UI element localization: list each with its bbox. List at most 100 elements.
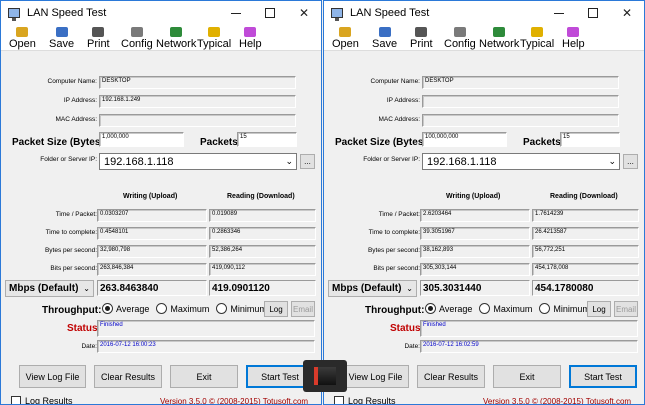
- download-header: Reading (Download): [550, 193, 618, 200]
- bytes-per-second-label: Bytes per second:: [44, 247, 97, 254]
- toolbar-help-button[interactable]: Help: [562, 27, 585, 50]
- start-test-button[interactable]: Start Test: [569, 365, 637, 388]
- radio-icon: [156, 303, 168, 314]
- view-log-file-button[interactable]: View Log File: [19, 365, 86, 388]
- throughput-minimum-radio[interactable]: Minimum: [216, 303, 267, 314]
- unit-select[interactable]: Mbps (Default) ⌄: [328, 280, 417, 297]
- upload-time-packet-field: 0.0303207: [97, 209, 207, 222]
- mac-address-field: [422, 114, 619, 127]
- log-results-checkbox[interactable]: Log Results: [11, 396, 73, 405]
- computer-name-label: Computer Name:: [47, 78, 98, 85]
- throughput-options: Average Maximum Minimum: [102, 303, 274, 314]
- view-log-file-button[interactable]: View Log File: [342, 365, 409, 388]
- status-field: Finished: [97, 320, 315, 337]
- copyright-text: © (2008-2015) Totusoft.com: [531, 397, 632, 405]
- upload-mbps-value: 305.3031440: [420, 280, 530, 296]
- browse-button[interactable]: ...: [300, 154, 315, 169]
- toolbar-print-button[interactable]: Print: [410, 27, 433, 50]
- toolbar-save-button[interactable]: Save: [372, 27, 397, 50]
- folder-open-icon: [16, 27, 29, 37]
- folder-open-icon: [339, 27, 352, 37]
- log-button[interactable]: Log: [587, 301, 611, 317]
- server-ip-dropdown[interactable]: 192.168.1.118 ⌄: [422, 153, 620, 170]
- toolbar-help-button[interactable]: Help: [239, 27, 262, 50]
- server-ip-dropdown[interactable]: 192.168.1.118 ⌄: [99, 153, 297, 170]
- chevron-down-icon: ⌄: [83, 284, 90, 293]
- help-icon: [244, 27, 257, 37]
- browse-button[interactable]: ...: [623, 154, 638, 169]
- packets-input[interactable]: 15: [560, 132, 620, 147]
- checkbox-icon: [11, 396, 21, 404]
- packet-size-input[interactable]: 1,000,000: [99, 132, 184, 147]
- clear-results-button[interactable]: Clear Results: [94, 365, 162, 388]
- throughput-maximum-radio[interactable]: Maximum: [156, 303, 209, 314]
- minimize-button[interactable]: [219, 1, 253, 25]
- checkbox-icon: [334, 396, 344, 404]
- toolbar-save-button[interactable]: Save: [49, 27, 74, 50]
- throughput-minimum-radio[interactable]: Minimum: [539, 303, 590, 314]
- toolbar-open-label: Open: [332, 38, 359, 50]
- window-title: LAN Speed Test: [27, 7, 107, 19]
- toolbar-open-button[interactable]: Open: [9, 27, 36, 50]
- toolbar-network-button[interactable]: Network: [479, 27, 519, 50]
- upload-time-packet-field: 2.6203464: [420, 209, 530, 222]
- status-label: Status:: [390, 323, 424, 334]
- throughput-maximum-label: Maximum: [170, 303, 210, 314]
- server-ip-value: 192.168.1.118: [427, 155, 497, 168]
- throughput-minimum-label: Minimum: [230, 303, 267, 314]
- bytes-per-second-label: Bytes per second:: [367, 247, 420, 254]
- config-icon: [130, 27, 143, 37]
- download-time-packet-field: 1.7614239: [532, 209, 639, 222]
- toolbar-print-button[interactable]: Print: [87, 27, 110, 50]
- minimize-button[interactable]: [542, 1, 576, 25]
- packet-size-input[interactable]: 100,000,000: [422, 132, 507, 147]
- folder-server-label: Folder or Server IP:: [363, 156, 420, 163]
- log-results-checkbox[interactable]: Log Results: [334, 396, 396, 404]
- download-time-complete-field: 26.4213587: [532, 227, 639, 240]
- toolbar-config-button[interactable]: Config: [121, 27, 153, 50]
- throughput-maximum-radio[interactable]: Maximum: [479, 303, 532, 314]
- unit-select[interactable]: Mbps (Default) ⌄: [5, 280, 94, 297]
- help-icon: [567, 27, 580, 37]
- toolbar-typical-button[interactable]: Typical: [197, 27, 231, 50]
- close-button[interactable]: ✕: [610, 1, 644, 25]
- status-field: Finished: [420, 320, 638, 337]
- toolbar-open-button[interactable]: Open: [332, 27, 359, 50]
- toolbar-config-button[interactable]: Config: [444, 27, 476, 50]
- log-button[interactable]: Log: [264, 301, 288, 317]
- minimize-icon: [231, 12, 241, 14]
- title-bar[interactable]: LAN Speed Test ✕: [324, 1, 644, 25]
- toolbar-help-label: Help: [562, 38, 585, 50]
- throughput-average-radio[interactable]: Average: [102, 303, 149, 314]
- packets-label: Packets:: [200, 137, 242, 148]
- download-header: Reading (Download): [227, 193, 295, 200]
- toolbar-network-button[interactable]: Network: [156, 27, 196, 50]
- throughput-options: Average Maximum Minimum: [425, 303, 597, 314]
- email-button[interactable]: Email: [291, 301, 315, 317]
- upload-time-complete-field: 39.3051967: [420, 227, 530, 240]
- toolbar-typical-button[interactable]: Typical: [520, 27, 554, 50]
- throughput-label: Throughput:: [365, 305, 425, 316]
- throughput-average-radio[interactable]: Average: [425, 303, 472, 314]
- window-title: LAN Speed Test: [350, 7, 430, 19]
- computer-name-label: Computer Name:: [370, 78, 421, 85]
- maximize-button[interactable]: [253, 1, 287, 25]
- download-time-packet-field: 0.019089: [209, 209, 316, 222]
- minimize-icon: [554, 12, 564, 14]
- clear-results-button[interactable]: Clear Results: [417, 365, 485, 388]
- unit-select-value: Mbps (Default): [332, 283, 402, 294]
- mac-address-label: MAC Address:: [378, 116, 420, 123]
- maximize-button[interactable]: [576, 1, 610, 25]
- title-bar[interactable]: LAN Speed Test ✕: [1, 1, 321, 25]
- log-results-label: Log Results: [25, 396, 73, 405]
- packets-input[interactable]: 15: [237, 132, 297, 147]
- email-button[interactable]: Email: [614, 301, 638, 317]
- watermark-logo: [303, 360, 347, 392]
- download-time-complete-field: 0.2863346: [209, 227, 316, 240]
- exit-button[interactable]: Exit: [493, 365, 561, 388]
- upload-bits-per-second-field: 263,846,384: [97, 263, 207, 276]
- version-text: Version 3.5.0 © (2008-2015) Totusoft.com: [160, 397, 308, 404]
- exit-button[interactable]: Exit: [170, 365, 238, 388]
- close-button[interactable]: ✕: [287, 1, 321, 25]
- bits-per-second-label: Bits per second:: [373, 265, 420, 272]
